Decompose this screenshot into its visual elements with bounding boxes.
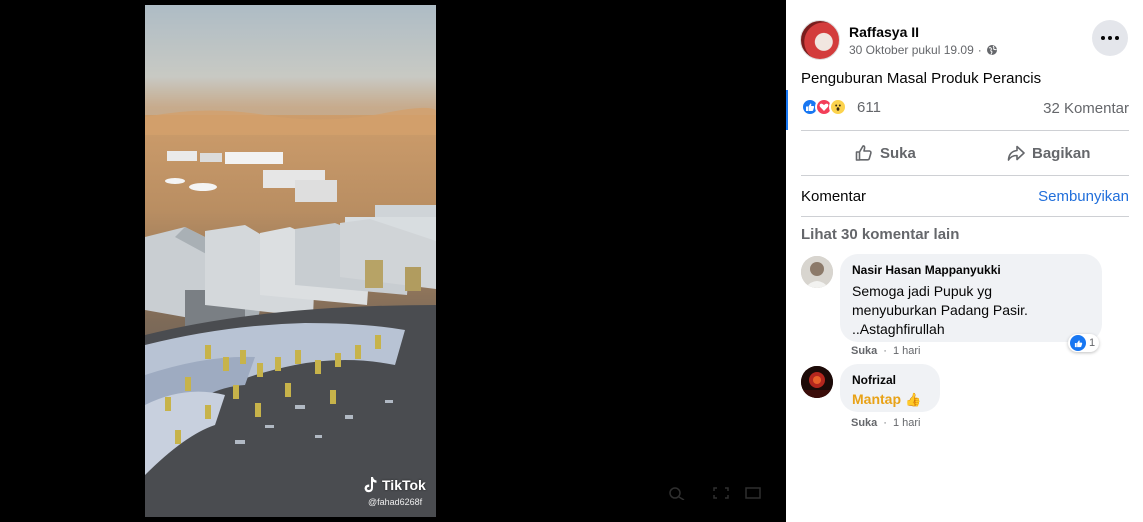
like-icon — [1070, 335, 1086, 351]
share-button[interactable]: Bagikan — [1006, 137, 1090, 169]
comment-like-button[interactable]: Suka — [851, 417, 877, 429]
post-meta: 30 Oktober pukul 19.09 · — [849, 43, 998, 57]
comment-bubble: Nasir Hasan Mappanyukki Semoga jadi Pupu… — [840, 254, 1102, 342]
media-viewer[interactable]: TikTok @fahad6268f — [0, 0, 786, 522]
comment-text-line: menyuburkan Padang Pasir. — [852, 302, 1028, 318]
view-more-comments-link[interactable]: Lihat 30 komentar lain — [801, 226, 959, 243]
wow-icon — [829, 98, 847, 116]
post-side-panel: Raffasya II 30 Oktober pukul 19.09 · Pen… — [786, 0, 1143, 522]
comment-actions: Suka · 1 hari — [851, 345, 921, 357]
fullscreen-icon[interactable] — [744, 486, 762, 500]
tiktok-handle: @fahad6268f — [368, 497, 423, 507]
comment-text-line: Semoga jadi Pupuk yg — [852, 283, 993, 299]
comment-text: Mantap — [852, 391, 901, 407]
like-label: Suka — [880, 144, 916, 162]
poster-name[interactable]: Raffasya II — [849, 24, 919, 40]
hide-comments-link[interactable]: Sembunyikan — [1038, 188, 1129, 205]
share-label: Bagikan — [1032, 144, 1091, 162]
ellipsis-icon — [1101, 36, 1105, 40]
tiktok-watermark: TikTok — [362, 476, 426, 494]
thumbs-up-icon — [855, 145, 872, 161]
divider — [801, 175, 1129, 176]
post-options-button[interactable] — [1092, 20, 1128, 56]
accent-indicator — [786, 90, 788, 130]
comment-like-button[interactable]: Suka — [851, 345, 877, 357]
comment-time[interactable]: 1 hari — [893, 345, 921, 357]
zoom-icon[interactable] — [668, 486, 686, 500]
comment-time[interactable]: 1 hari — [893, 417, 921, 429]
video-scene — [145, 5, 436, 517]
commenter-avatar[interactable] — [801, 366, 833, 398]
post-caption: Penguburan Masal Produk Perancis — [801, 70, 1042, 87]
globe-icon — [986, 45, 997, 55]
poster-avatar[interactable] — [800, 20, 840, 60]
share-icon — [1007, 145, 1025, 161]
comment-count-link[interactable]: 32 Komentar — [1043, 100, 1129, 117]
expand-icon[interactable] — [712, 486, 730, 500]
comment-text-line: ..Astaghfirullah — [852, 321, 945, 337]
comment-text-row: Mantap 👍 — [852, 390, 928, 409]
commenter-avatar[interactable] — [801, 256, 833, 288]
comment-author[interactable]: Nofrizal — [852, 372, 928, 388]
reaction-count: 611 — [857, 98, 881, 116]
tiktok-label: TikTok — [382, 477, 426, 493]
comment-actions: Suka · 1 hari — [851, 417, 921, 429]
post-timestamp[interactable]: 30 Oktober pukul 19.09 — [849, 43, 974, 57]
comment-reaction-count: 1 — [1089, 337, 1096, 349]
facebook-photo-viewer: TikTok @fahad6268f Raffasya II 30 Oktobe… — [0, 0, 1143, 522]
divider — [801, 130, 1129, 131]
comments-heading: Komentar — [801, 188, 867, 205]
comment-reaction-badge[interactable]: 1 — [1068, 334, 1100, 352]
video-frame[interactable] — [145, 5, 436, 517]
tiktok-icon — [364, 477, 377, 493]
like-button[interactable]: Suka — [854, 137, 916, 169]
comment-author[interactable]: Nasir Hasan Mappanyukki — [852, 262, 1090, 278]
comment-bubble: Nofrizal Mantap 👍 — [840, 364, 940, 412]
reaction-summary[interactable]: 611 — [801, 98, 881, 116]
divider — [801, 216, 1129, 217]
thumbs-up-emoji-icon: 👍 — [905, 391, 922, 407]
